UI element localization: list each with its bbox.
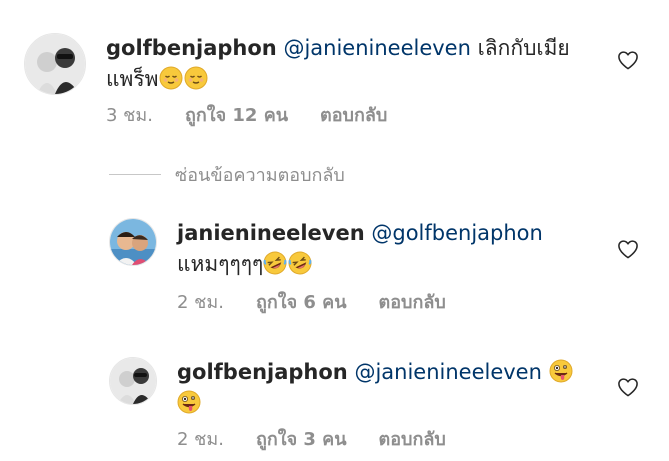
comment-time[interactable]: 3 ชม. — [106, 105, 153, 127]
zany-face-emoji-icon — [549, 359, 573, 383]
comment-mention[interactable]: @janienineeleven — [283, 36, 470, 60]
comment-username[interactable]: janienineeleven — [177, 221, 365, 245]
comment-message — [542, 360, 549, 384]
comment-meta: 3 ชม. ถูกใจ 12 คน ตอบกลับ — [106, 105, 624, 127]
comment-top-level: golfbenjaphon @janienineeleven เลิกกับเม… — [24, 33, 624, 127]
avatar-image — [110, 219, 156, 265]
comment-meta: 2 ชม. ถูกใจ 6 คน ตอบกลับ — [177, 292, 629, 314]
reply-button[interactable]: ตอบกลับ — [320, 105, 387, 127]
relieved-face-emoji-icon — [184, 66, 208, 90]
comment-username[interactable]: golfbenjaphon — [106, 36, 277, 60]
reply-comment: janienineeleven @golfbenjaphon แหมๆๆๆๆ 2… — [109, 218, 629, 314]
comment-text: golfbenjaphon @janienineeleven — [177, 357, 607, 419]
comment-time[interactable]: 2 ชม. — [177, 429, 224, 451]
avatar-golfbenjaphon[interactable] — [109, 357, 157, 405]
reply-comment: golfbenjaphon @janienineeleven 2 ชม. ถูก… — [109, 357, 629, 451]
avatar-image — [110, 358, 156, 404]
comment-mention[interactable]: @janienineeleven — [354, 360, 541, 384]
avatar-image — [25, 34, 85, 94]
comment-mention[interactable]: @golfbenjaphon — [371, 221, 542, 245]
zany-face-emoji-icon — [177, 390, 201, 414]
hide-replies-label: ซ่อนข้อความตอบกลับ — [175, 165, 345, 186]
comment-username[interactable]: golfbenjaphon — [177, 360, 348, 384]
comment-text: janienineeleven @golfbenjaphon แหมๆๆๆๆ — [177, 218, 607, 280]
comment-text: golfbenjaphon @janienineeleven เลิกกับเม… — [106, 33, 586, 95]
divider-line — [109, 174, 161, 175]
relieved-face-emoji-icon — [159, 66, 183, 90]
heart-outline-icon[interactable] — [617, 239, 639, 259]
rolling-on-floor-laughing-emoji-icon — [288, 251, 312, 275]
comment-body: janienineeleven @golfbenjaphon แหมๆๆๆๆ 2… — [177, 218, 629, 314]
comment-body: golfbenjaphon @janienineeleven เลิกกับเม… — [106, 33, 624, 127]
heart-outline-icon[interactable] — [617, 377, 639, 397]
avatar-golfbenjaphon[interactable] — [24, 33, 86, 95]
comment-likes-count[interactable]: ถูกใจ 12 คน — [185, 105, 288, 127]
reply-button[interactable]: ตอบกลับ — [379, 292, 446, 314]
heart-outline-icon[interactable] — [617, 50, 639, 70]
comment-time[interactable]: 2 ชม. — [177, 292, 224, 314]
hide-replies-toggle[interactable]: ซ่อนข้อความตอบกลับ — [109, 160, 345, 189]
comment-likes-count[interactable]: ถูกใจ 6 คน — [256, 292, 347, 314]
comment-likes-count[interactable]: ถูกใจ 3 คน — [256, 429, 347, 451]
comment-message: แหมๆๆๆๆ — [177, 252, 264, 276]
rolling-on-floor-laughing-emoji-icon — [263, 251, 287, 275]
avatar-janienineeleven[interactable] — [109, 218, 157, 266]
comment-body: golfbenjaphon @janienineeleven 2 ชม. ถูก… — [177, 357, 629, 451]
comment-meta: 2 ชม. ถูกใจ 3 คน ตอบกลับ — [177, 429, 629, 451]
reply-button[interactable]: ตอบกลับ — [379, 429, 446, 451]
